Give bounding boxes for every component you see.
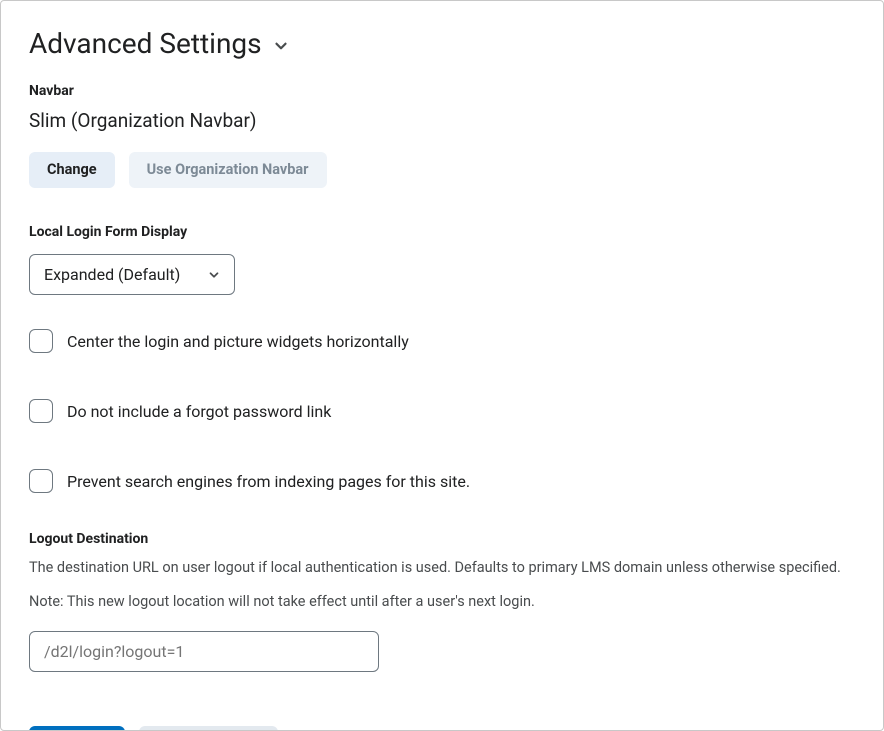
footer-button-row: Preview Clear Changes: [29, 726, 855, 731]
navbar-label: Navbar: [29, 83, 855, 99]
center-widgets-checkbox[interactable]: [29, 329, 53, 353]
navbar-section: Navbar Slim (Organization Navbar) Change…: [29, 83, 855, 189]
advanced-settings-panel: Advanced Settings Navbar Slim (Organizat…: [0, 0, 884, 731]
logout-note: Note: This new logout location will not …: [29, 592, 855, 612]
navbar-button-row: Change Use Organization Navbar: [29, 152, 855, 189]
login-form-section: Local Login Form Display Expanded (Defau…: [29, 224, 855, 295]
clear-changes-button[interactable]: Clear Changes: [139, 726, 278, 731]
prevent-indexing-checkbox[interactable]: [29, 469, 53, 493]
login-form-select[interactable]: Expanded (Default): [29, 254, 235, 295]
login-form-label: Local Login Form Display: [29, 224, 855, 240]
no-forgot-password-row: Do not include a forgot password link: [29, 399, 855, 423]
center-widgets-label[interactable]: Center the login and picture widgets hor…: [67, 332, 409, 351]
login-form-select-wrap: Expanded (Default): [29, 254, 235, 295]
prevent-indexing-row: Prevent search engines from indexing pag…: [29, 469, 855, 493]
section-header: Advanced Settings: [29, 27, 855, 61]
logout-label: Logout Destination: [29, 531, 855, 547]
change-navbar-button[interactable]: Change: [29, 152, 115, 189]
logout-url-input[interactable]: [29, 631, 379, 672]
no-forgot-password-label[interactable]: Do not include a forgot password link: [67, 402, 331, 421]
prevent-indexing-label[interactable]: Prevent search engines from indexing pag…: [67, 472, 470, 491]
center-widgets-row: Center the login and picture widgets hor…: [29, 329, 855, 353]
section-title: Advanced Settings: [29, 27, 262, 61]
use-org-navbar-button[interactable]: Use Organization Navbar: [129, 152, 327, 189]
navbar-current-value: Slim (Organization Navbar): [29, 109, 855, 132]
logout-description: The destination URL on user logout if lo…: [29, 557, 855, 578]
logout-section: Logout Destination The destination URL o…: [29, 531, 855, 671]
preview-button[interactable]: Preview: [29, 726, 125, 731]
no-forgot-password-checkbox[interactable]: [29, 399, 53, 423]
collapse-toggle-icon[interactable]: [272, 33, 290, 55]
